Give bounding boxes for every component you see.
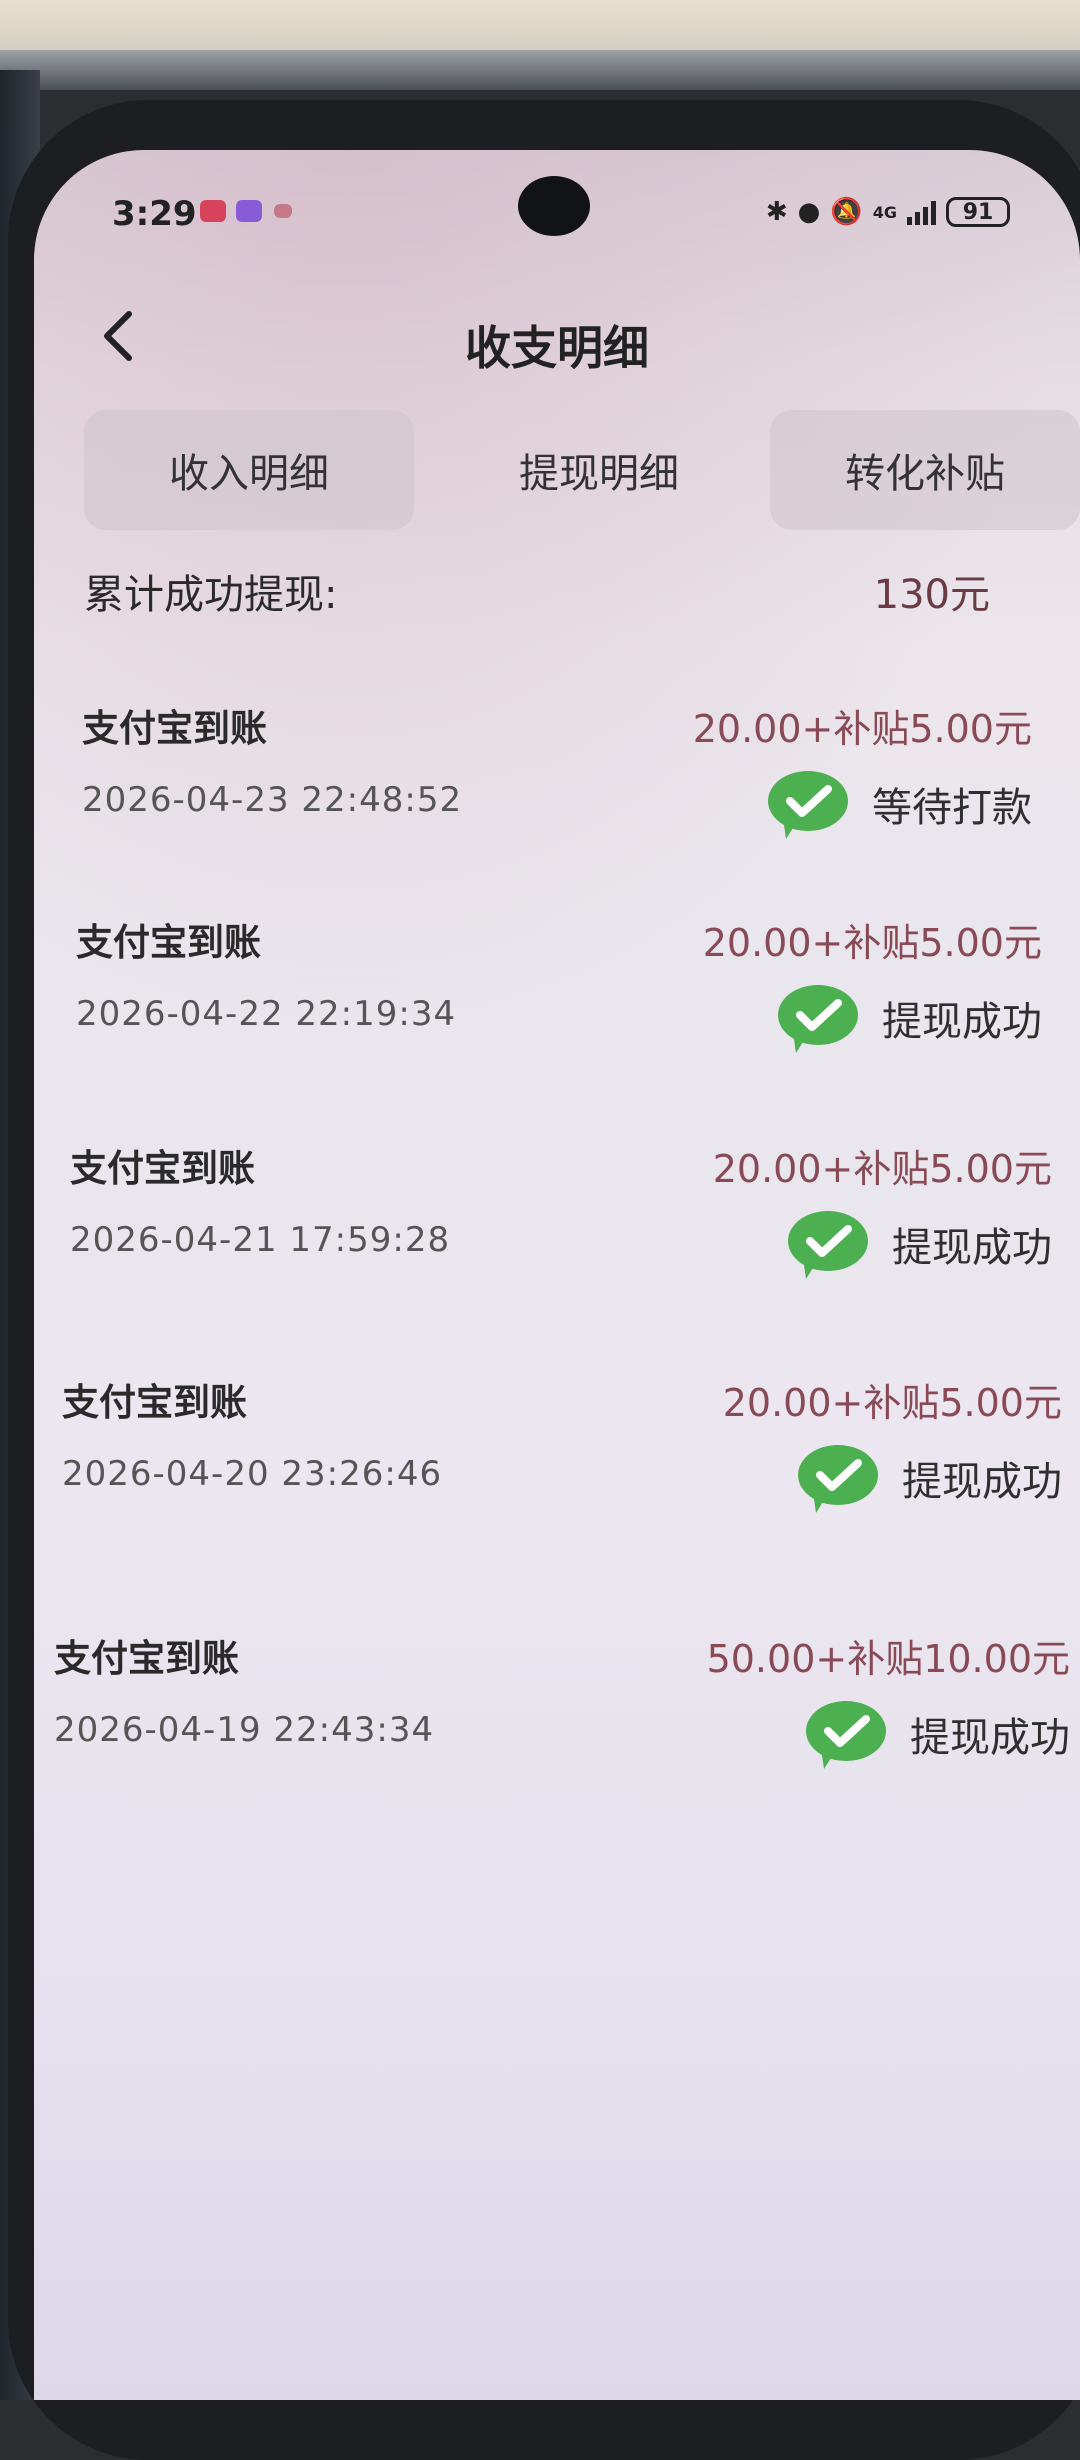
notification-icon: [274, 204, 292, 218]
status-bar: 3:29 ✱ ● 🔕 4G 91: [34, 150, 1080, 260]
record-status-text: 提现成功: [902, 1459, 1062, 1505]
list-item: 支付宝到账 2026-04-21 17:59:28 20.00+补贴5.00元 …: [70, 1138, 1052, 1298]
record-method: 支付宝到账: [82, 707, 267, 750]
list-item: 支付宝到账 2026-04-19 22:43:34 50.00+补贴10.00元…: [54, 1628, 1070, 1788]
camera-cutout: [518, 176, 590, 236]
record-status: 等待打款: [766, 764, 1032, 844]
record-amount: 20.00+补贴5.00元: [692, 707, 1032, 751]
tab-label: 提现明细: [519, 451, 679, 497]
record-amount: 20.00+补贴5.00元: [702, 921, 1042, 965]
record-time: 2026-04-21 17:59:28: [70, 1220, 451, 1260]
record-amount: 50.00+补贴10.00元: [706, 1637, 1070, 1681]
wechat-check-icon: [768, 771, 848, 839]
tab-subsidy[interactable]: 转化补贴: [770, 410, 1080, 530]
header: 收支明细: [34, 280, 1080, 390]
wechat-check-icon: [788, 1211, 868, 1279]
summary-label: 累计成功提现:: [84, 572, 338, 618]
record-status: 提现成功: [776, 978, 1042, 1058]
record-method: 支付宝到账: [54, 1637, 239, 1680]
wechat-check-icon: [806, 1701, 886, 1769]
tab-bar: 收入明细 提现明细 转化补贴: [54, 410, 1080, 530]
bluetooth-icon: ✱: [765, 197, 788, 227]
record-amount: 20.00+补贴5.00元: [712, 1147, 1052, 1191]
record-status-text: 等待打款: [872, 785, 1032, 831]
signal-icon: [907, 199, 936, 225]
status-time: 3:29: [112, 194, 197, 234]
mute-icon: 🔕: [830, 197, 863, 227]
record-time: 2026-04-22 22:19:34: [76, 994, 457, 1034]
list-item: 支付宝到账 2026-04-20 23:26:46 20.00+补贴5.00元 …: [62, 1372, 1062, 1532]
record-status-text: 提现成功: [882, 999, 1042, 1045]
record-method: 支付宝到账: [70, 1147, 255, 1190]
record-time: 2026-04-23 22:48:52: [82, 780, 463, 820]
record-status: 提现成功: [804, 1694, 1070, 1774]
record-time: 2026-04-20 23:26:46: [62, 1454, 443, 1494]
wechat-check-icon: [778, 985, 858, 1053]
tab-label: 收入明细: [169, 451, 329, 497]
wechat-check-icon: [798, 1445, 878, 1513]
summary-value: 130元: [873, 572, 990, 618]
notification-icon: [236, 200, 262, 222]
record-status-text: 提现成功: [910, 1715, 1070, 1761]
record-method: 支付宝到账: [62, 1381, 247, 1424]
record-status: 提现成功: [786, 1204, 1052, 1284]
notification-icon: [200, 200, 226, 222]
record-status-text: 提现成功: [892, 1225, 1052, 1271]
tab-withdraw[interactable]: 提现明细: [434, 410, 764, 530]
list-item: 支付宝到账 2026-04-23 22:48:52 20.00+补贴5.00元 …: [82, 698, 1032, 858]
background-photo-band: [0, 50, 1080, 90]
tab-label: 转化补贴: [845, 451, 1005, 497]
phone-screen: 3:29 ✱ ● 🔕 4G 91 收支明细 收入明细 提现明细 转化补贴 累计成…: [34, 150, 1080, 2400]
network-label: 4G: [872, 202, 897, 222]
location-icon: ●: [797, 197, 821, 227]
battery-icon: 91: [946, 197, 1010, 227]
battery-level: 91: [962, 199, 994, 225]
tab-income[interactable]: 收入明细: [84, 410, 414, 530]
status-icons: ✱ ● 🔕 4G 91: [766, 194, 1010, 230]
record-status: 提现成功: [796, 1438, 1062, 1518]
record-method: 支付宝到账: [76, 921, 261, 964]
page-title: 收支明细: [465, 321, 649, 375]
list-item: 支付宝到账 2026-04-22 22:19:34 20.00+补贴5.00元 …: [76, 912, 1042, 1072]
record-time: 2026-04-19 22:43:34: [54, 1710, 435, 1750]
record-amount: 20.00+补贴5.00元: [722, 1381, 1062, 1425]
